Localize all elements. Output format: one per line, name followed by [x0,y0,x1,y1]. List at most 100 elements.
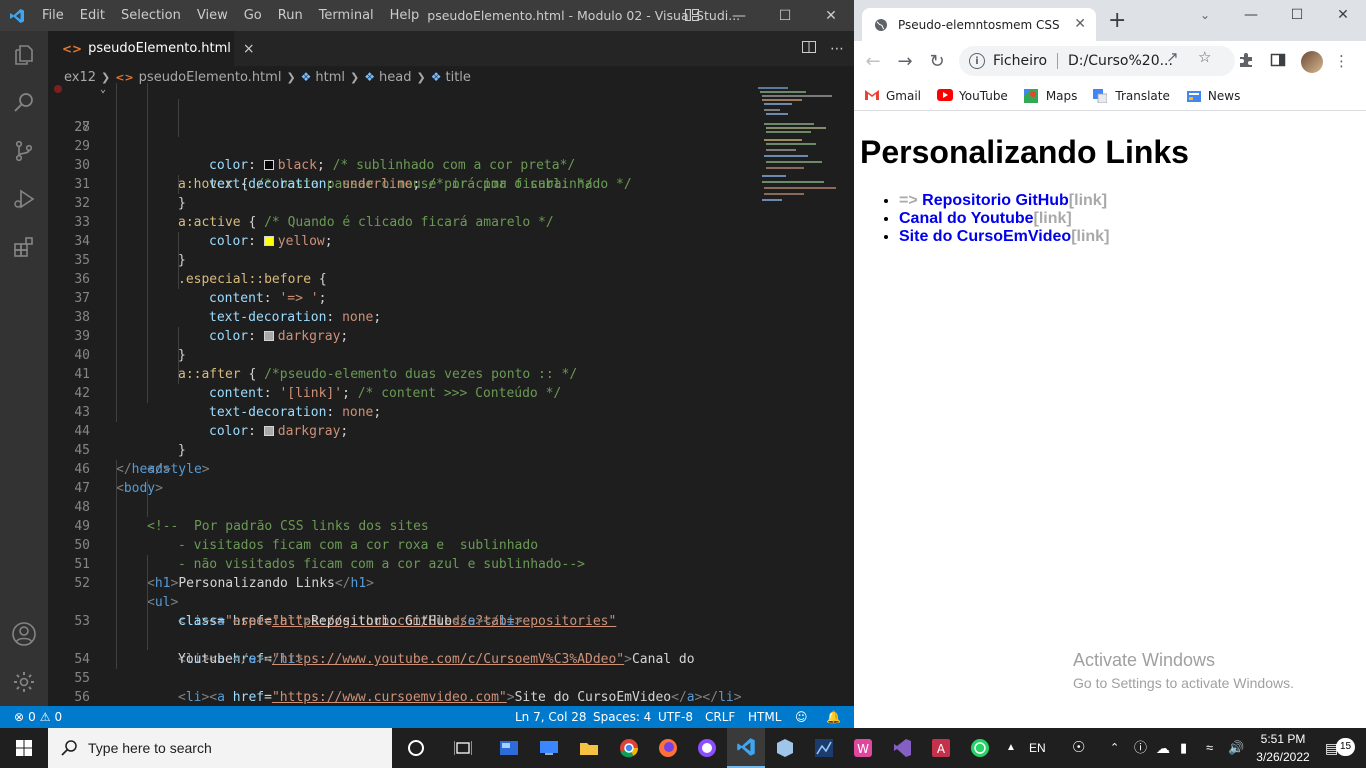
bookmark-translate[interactable]: Translate [1093,88,1170,103]
volume-icon[interactable]: 🔊 [1228,728,1244,768]
menu-go[interactable]: Go [236,0,270,31]
menu-run[interactable]: Run [270,0,311,31]
extensions-puzzle-icon[interactable] [1238,52,1254,72]
menu-help[interactable]: Help [382,0,428,31]
system-clock[interactable]: 5:51 PM 3/26/2022 [1250,730,1316,766]
address-bar[interactable]: i Ficheiro D:/Curso%20... [959,46,1235,76]
web-page: Personalizando Links => Repositorio GitH… [854,112,1366,728]
minimize-icon[interactable]: — [1228,0,1274,30]
minimap[interactable] [754,83,844,706]
eol-status[interactable]: CRLF [705,706,735,728]
cortana-icon[interactable] [397,728,435,768]
visual-studio-icon[interactable] [883,728,921,768]
vscode-taskbar-icon[interactable] [727,728,765,768]
firefox-icon[interactable] [649,728,687,768]
customize-layout-icon[interactable] [684,7,700,23]
link-suffix: [link] [1068,192,1108,209]
link-cursoemvideo[interactable]: Site do CursoEmVideo [899,228,1071,245]
source-control-icon[interactable] [0,127,48,175]
vscode-window: File Edit Selection View Go Run Terminal… [0,0,854,728]
task-view-icon[interactable] [444,728,482,768]
menu-view[interactable]: View [189,0,236,31]
bookmark-news[interactable]: News [1186,89,1240,103]
maximize-icon[interactable]: ☐ [1274,0,1320,30]
chevron-up-icon[interactable]: ⌃ [1110,728,1119,768]
desktop-app-icon[interactable] [530,728,568,768]
problems-indicator[interactable]: ⊗ 0 ⚠ 0 [14,706,62,728]
battery-icon[interactable]: ▮ [1180,728,1187,768]
access-app-icon[interactable]: A [922,728,960,768]
back-arrow-icon[interactable]: ← [863,51,883,72]
people-icon[interactable]: ☉ [1072,728,1085,768]
menu-file[interactable]: File [34,0,72,31]
search-icon[interactable] [0,79,48,127]
encoding-status[interactable]: UTF-8 [658,706,693,728]
code-line: 39 a::after { /*pseudo-elemento duas vez… [48,308,754,382]
side-panel-icon[interactable] [1270,52,1286,72]
profile-avatar[interactable] [1301,51,1323,73]
bookmark-star-icon[interactable]: ☆ [1198,48,1211,66]
news-widget-icon[interactable] [490,728,528,768]
whatsapp-icon[interactable] [961,728,999,768]
bookmark-gmail[interactable]: Gmail [864,89,921,103]
feedback-icon[interactable]: ☺ [795,706,808,728]
wampserver-icon[interactable]: W [844,728,882,768]
reload-icon[interactable]: ↻ [927,51,947,72]
menu-terminal[interactable]: Terminal [311,0,382,31]
virtualbox-icon[interactable] [766,728,804,768]
language-mode[interactable]: HTML [748,706,781,728]
explorer-icon[interactable] [0,31,48,79]
onedrive-cloud-icon[interactable]: ☁ [1156,728,1170,768]
code-line: 52 <li><a href="https://github.com/Gleds… [48,555,754,629]
share-icon[interactable]: ↗ [1166,48,1179,66]
close-icon[interactable]: ✕ [1320,0,1366,30]
taskbar-search-input[interactable]: Type here to search [48,728,392,768]
link-youtube[interactable]: Canal do Youtube [899,210,1034,227]
code-editor[interactable]: 27 ⌄ a:hover { /* basta passar o mouse p… [48,83,754,706]
manage-gear-icon[interactable] [0,658,48,706]
code-line: 27 ⌄ a:hover { /* basta passar o mouse p… [48,83,754,192]
chrome-tab-active[interactable]: Pseudo-elemntosmem CSS ✕ [862,8,1096,41]
network-app-icon[interactable] [805,728,843,768]
code-line: 57 </html> [48,688,754,706]
bookmark-youtube[interactable]: YouTube [937,88,1008,103]
minimize-icon[interactable]: — [716,0,762,31]
menu-edit[interactable]: Edit [72,0,113,31]
editor-scrollbar[interactable] [844,83,854,706]
bookmark-maps[interactable]: Maps [1023,88,1077,103]
maximize-icon[interactable]: ☐ [762,0,808,31]
indentation-status[interactable]: Spaces: 4 [593,706,651,728]
forward-arrow-icon[interactable]: → [895,51,915,72]
accounts-icon[interactable] [0,610,48,658]
input-language[interactable]: EN [1029,728,1046,768]
new-tab-plus-icon[interactable]: + [1108,10,1126,32]
cursor-position[interactable]: Ln 7, Col 28 [515,706,587,728]
close-icon[interactable]: ✕ [808,0,854,31]
windows-start-icon[interactable] [0,728,48,768]
list-item: => Repositorio GitHub[link] [899,192,1109,210]
kebab-menu-icon[interactable]: ⋮ [1334,52,1349,70]
more-actions-icon[interactable]: ⋯ [830,41,844,57]
menu-selection[interactable]: Selection [113,0,189,31]
wifi-icon[interactable]: ≈ [1206,728,1213,768]
split-editor-icon[interactable] [802,40,816,58]
breakpoint-icon[interactable] [54,85,62,93]
news-icon [1186,89,1202,103]
tab-pseudoelemento-html[interactable]: <> pseudoElemento.html × [48,31,255,66]
chrome-taskbar-icon[interactable] [610,728,648,768]
info-icon[interactable]: i [969,53,985,69]
tab-close-icon[interactable]: × [243,41,255,57]
link-github[interactable]: Repositorio GitHub [922,192,1069,209]
close-icon[interactable]: ✕ [1074,16,1086,32]
tab-search-chevron-icon[interactable]: ⌄ [1200,8,1210,22]
code-line: 53 <li><a href="https://www.youtube.com/… [48,593,754,667]
run-debug-icon[interactable] [0,175,48,223]
fold-chevron-icon[interactable]: ⌄ [100,83,106,99]
extensions-icon[interactable] [0,223,48,271]
translate-icon [1093,88,1109,103]
github-desktop-icon[interactable] [688,728,726,768]
help-icon[interactable]: ⓘ [1134,728,1147,768]
tray-overflow-icon[interactable]: ▲ [1006,728,1016,768]
notifications-bell-icon[interactable]: 🔔 [826,706,841,728]
file-explorer-icon[interactable] [570,728,608,768]
